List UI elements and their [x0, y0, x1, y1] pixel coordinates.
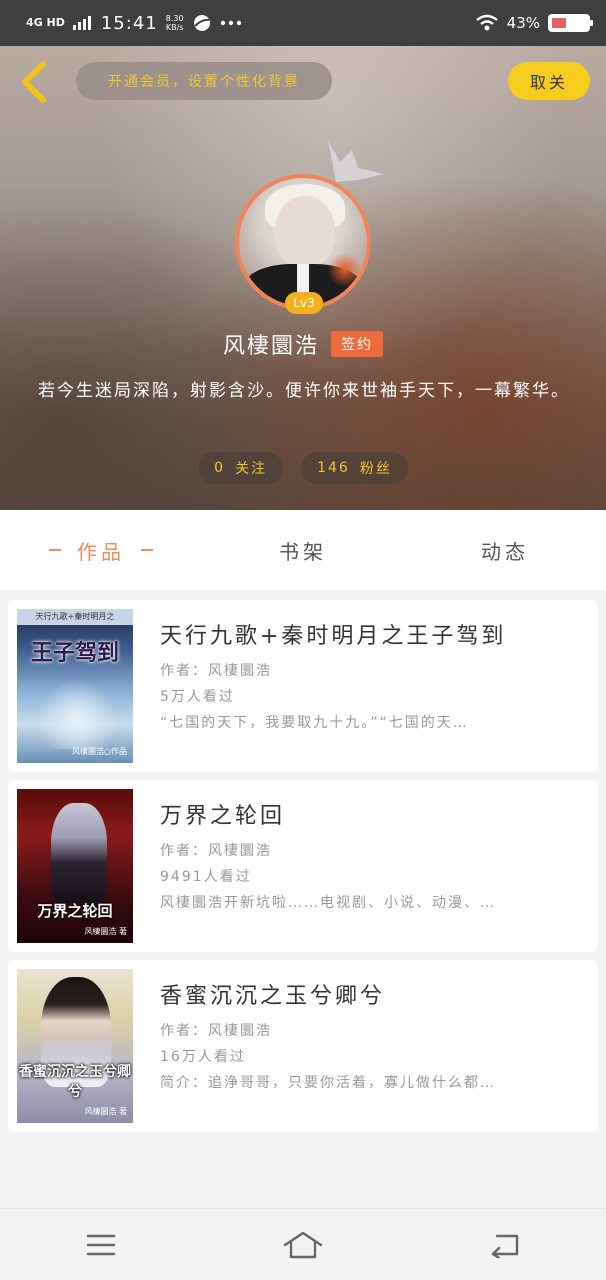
book-cover[interactable]: 万界之轮回 风棲圜浩 著: [17, 789, 133, 943]
followers-label: 粉丝: [359, 461, 392, 477]
menu-button[interactable]: [71, 1225, 131, 1265]
cover-title: 香蜜沉沉之玉兮卿兮: [19, 1064, 131, 1100]
net-speed-unit: KB/s: [165, 23, 184, 32]
book-summary: 简介：追浄哥哥，只要你活着，寡儿做什么都…: [160, 1075, 496, 1091]
level-badge: Lv3: [285, 292, 323, 314]
username: 风棲圜浩: [222, 334, 319, 359]
signed-badge: 签约: [331, 331, 383, 357]
cover-title: 王子驾到: [30, 641, 119, 666]
book-summary: 风棲圜浩开新坑啦……电视剧、小说、动漫、…: [160, 895, 496, 911]
list-item[interactable]: 香蜜沉沉之玉兮卿兮 风棲圜浩 著 香蜜沉沉之玉兮卿兮 作者：风棲圜浩 16万人看…: [8, 960, 598, 1132]
book-cover[interactable]: 香蜜沉沉之玉兮卿兮 风棲圜浩 著: [17, 969, 133, 1123]
followers-button[interactable]: 146 粉丝: [301, 452, 408, 484]
cover-author: 风棲圜浩 著: [84, 1107, 127, 1116]
home-button[interactable]: [273, 1225, 333, 1265]
app-notification-icon: [193, 15, 210, 31]
book-summary: “七国的天下，我要取九十九。”“七国的天…: [160, 715, 469, 731]
wifi-icon: [475, 14, 498, 31]
home-icon: [283, 1231, 323, 1258]
system-nav-bar: [0, 1208, 606, 1280]
following-count: 0: [214, 460, 226, 476]
battery-percent: 43%: [506, 14, 540, 32]
vip-background-banner[interactable]: 开通会员，设置个性化背景: [76, 62, 332, 100]
network-indicator: 4G HD: [26, 16, 65, 29]
clock: 15:41: [100, 12, 158, 34]
net-speed-value: 8.30: [165, 14, 184, 23]
list-item[interactable]: 天行九歌+秦时明月之 王子驾到 风棲圜浩○作品 天行九歌+秦时明月之王子驾到 作…: [8, 600, 598, 772]
following-button[interactable]: 0 关注: [198, 452, 284, 484]
book-cover[interactable]: 天行九歌+秦时明月之 王子驾到 风棲圜浩○作品: [17, 609, 133, 763]
back-button[interactable]: [14, 58, 54, 106]
book-author: 作者：风棲圜浩: [160, 843, 272, 859]
avatar[interactable]: [235, 174, 371, 310]
book-views: 9491人看过: [160, 869, 252, 885]
tab-activity[interactable]: 动态: [404, 510, 606, 590]
cover-title: 万界之轮回: [37, 902, 113, 920]
battery-icon: [548, 14, 593, 32]
tab-bookshelf[interactable]: 书架: [202, 510, 404, 590]
book-title[interactable]: 香蜜沉沉之玉兮卿兮: [160, 978, 584, 1010]
book-author: 作者：风棲圜浩: [160, 663, 272, 679]
tab-activity-label: 动态: [481, 539, 529, 564]
profile-tabs: 作品 书架 动态: [0, 510, 606, 590]
cover-author: 风棲圜浩 著: [84, 927, 127, 936]
tab-works[interactable]: 作品: [0, 510, 202, 590]
more-dots-icon: [220, 20, 241, 26]
cover-author: 风棲圜浩○作品: [72, 747, 127, 756]
cover-header: 天行九歌+秦时明月之: [17, 609, 133, 625]
book-views: 5万人看过: [160, 689, 235, 705]
user-bio: 若今生迷局深陷，射影含沙。便许你来世袖手天下，一幕繁华。: [38, 381, 570, 401]
net-speed: 8.30 KB/s: [166, 14, 184, 32]
unfollow-button[interactable]: 取关: [508, 62, 590, 100]
tab-works-label: 作品: [77, 539, 125, 564]
following-label: 关注: [235, 461, 268, 477]
book-title[interactable]: 万界之轮回: [160, 798, 584, 830]
book-views: 16万人看过: [160, 1049, 246, 1065]
profile-header: 开通会员，设置个性化背景 取关 Lv3 风棲圜浩 签约 若今生迷局深陷，射影含沙…: [0, 46, 606, 510]
tab-bookshelf-label: 书架: [279, 539, 327, 564]
chevron-left-icon: [22, 61, 46, 103]
signal-icon: [72, 16, 91, 30]
followers-count: 146: [317, 460, 350, 476]
book-title[interactable]: 天行九歌+秦时明月之王子驾到: [160, 618, 584, 650]
status-bar: 4G HD 15:41 8.30 KB/s 43%: [0, 0, 606, 46]
list-item[interactable]: 万界之轮回 风棲圜浩 著 万界之轮回 作者：风棲圜浩 9491人看过 风棲圜浩开…: [8, 780, 598, 952]
return-button[interactable]: [475, 1225, 535, 1265]
return-icon: [491, 1234, 519, 1258]
works-list: 天行九歌+秦时明月之 王子驾到 风棲圜浩○作品 天行九歌+秦时明月之王子驾到 作…: [8, 600, 598, 1140]
menu-icon: [86, 1234, 116, 1255]
book-author: 作者：风棲圜浩: [160, 1023, 272, 1039]
